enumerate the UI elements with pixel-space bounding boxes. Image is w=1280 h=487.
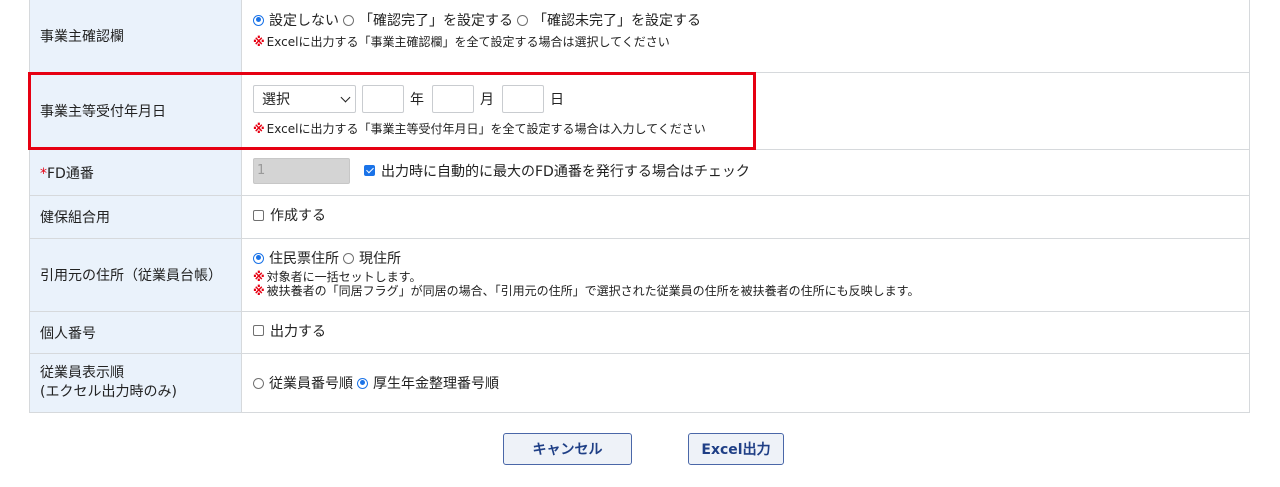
- radio-resident-address-label[interactable]: 住民票住所: [269, 248, 339, 268]
- address-note-1: ※ 対象者に一括セットします。: [253, 270, 422, 284]
- era-select[interactable]: 選択: [253, 85, 356, 113]
- day-input[interactable]: [502, 85, 544, 113]
- health-union-checkbox-label[interactable]: 作成する: [270, 205, 326, 225]
- radio-employee-number-order[interactable]: [253, 377, 264, 389]
- health-union-label: 健保組合用: [29, 195, 242, 239]
- address-source-label: 引用元の住所（従業員台帳）: [29, 238, 242, 312]
- radio-confirm-complete-label[interactable]: 「確認完了」を設定する: [359, 10, 513, 30]
- health-union-checkbox[interactable]: [253, 209, 264, 221]
- radio-confirm-incomplete-label[interactable]: 「確認未完了」を設定する: [533, 10, 701, 30]
- owner-confirm-note: ※ Excelに出力する「事業主確認欄」を全て設定する場合は選択してください: [253, 35, 670, 49]
- chevron-down-icon: [340, 92, 351, 102]
- note-mark: ※: [253, 284, 265, 298]
- radio-pension-number-order[interactable]: [357, 377, 368, 389]
- radio-confirm-complete[interactable]: [343, 14, 354, 26]
- year-unit: 年: [410, 92, 424, 108]
- radio-current-address-label[interactable]: 現住所: [359, 248, 401, 268]
- month-input[interactable]: [432, 85, 474, 113]
- owner-confirm-label: 事業主確認欄: [29, 0, 242, 73]
- radio-employee-number-order-label[interactable]: 従業員番号順: [269, 373, 353, 393]
- note-mark: ※: [253, 35, 265, 49]
- my-number-checkbox-label[interactable]: 出力する: [270, 321, 326, 341]
- radio-confirm-incomplete[interactable]: [517, 14, 528, 26]
- radio-not-set[interactable]: [253, 14, 264, 26]
- row-address-source: 引用元の住所（従業員台帳） 住民票住所 現住所 ※ 対象者に一括セットします。 ※…: [29, 238, 1250, 312]
- required-mark: *: [40, 165, 47, 182]
- excel-export-button[interactable]: Excel出力: [688, 433, 784, 465]
- auto-fd-checkbox-label[interactable]: 出力時に自動的に最大のFD通番を発行する場合はチェック: [381, 161, 750, 181]
- note-mark: ※: [253, 122, 265, 136]
- radio-resident-address[interactable]: [253, 252, 264, 264]
- day-unit: 日: [550, 92, 564, 108]
- owner-date-label: 事業主等受付年月日: [29, 72, 242, 150]
- row-fd-serial: *FD通番 1 出力時に自動的に最大のFD通番を発行する場合はチェック: [29, 149, 1250, 196]
- export-settings-table: 事業主確認欄 設定しない 「確認完了」を設定する 「確認未完了」を設定する ※ E…: [29, 0, 1250, 413]
- sort-order-label: 従業員表示順 (エクセル出力時のみ): [29, 353, 242, 413]
- fd-serial-label: *FD通番: [29, 149, 242, 196]
- row-my-number: 個人番号 出力する: [29, 311, 1250, 354]
- month-unit: 月: [480, 92, 494, 108]
- auto-fd-checkbox[interactable]: [364, 165, 375, 176]
- address-note-2: ※ 被扶養者の「同居フラグ」が同居の場合、「引用元の住所」で選択された従業員の住所…: [253, 284, 920, 298]
- row-owner-confirm: 事業主確認欄 設定しない 「確認完了」を設定する 「確認未完了」を設定する ※ E…: [29, 0, 1250, 73]
- row-sort-order: 従業員表示順 (エクセル出力時のみ) 従業員番号順 厚生年金整理番号順: [29, 353, 1250, 413]
- row-owner-date: 事業主等受付年月日 選択 年 月 日 ※ Excelに出力する「事業主等受付年月日…: [29, 72, 1250, 150]
- radio-not-set-label[interactable]: 設定しない: [269, 10, 339, 30]
- radio-pension-number-order-label[interactable]: 厚生年金整理番号順: [373, 373, 499, 393]
- radio-current-address[interactable]: [343, 252, 354, 264]
- note-mark: ※: [253, 270, 265, 284]
- owner-date-note: ※ Excelに出力する「事業主等受付年月日」を全て設定する場合は入力してください: [253, 122, 706, 136]
- row-health-union: 健保組合用 作成する: [29, 195, 1250, 239]
- my-number-label: 個人番号: [29, 311, 242, 354]
- fd-serial-input[interactable]: 1: [253, 157, 350, 184]
- my-number-checkbox[interactable]: [253, 325, 264, 336]
- year-input[interactable]: [362, 85, 404, 113]
- cancel-button[interactable]: キャンセル: [503, 433, 632, 465]
